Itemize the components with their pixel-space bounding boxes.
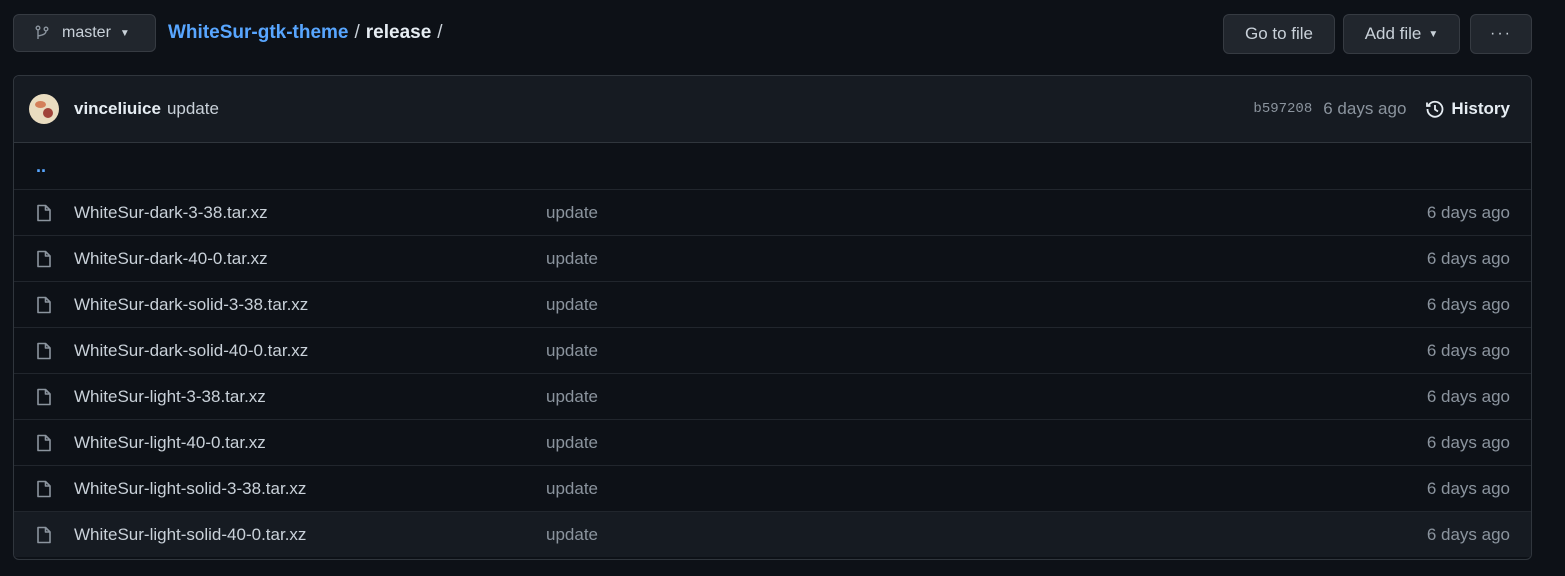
branch-select-button[interactable]: master ▼	[13, 14, 156, 52]
latest-commit: vinceliuice update b597208 6 days ago Hi…	[14, 76, 1531, 143]
file-age: 6 days ago	[1426, 294, 1510, 314]
chevron-down-icon: ▼	[119, 27, 130, 39]
file-commit-message[interactable]: update	[546, 479, 1427, 499]
breadcrumb-separator: /	[437, 22, 443, 43]
file-age: 6 days ago	[1426, 524, 1510, 544]
breadcrumb-repo-link[interactable]: WhiteSur-gtk-theme	[168, 22, 349, 44]
file-icon	[37, 388, 51, 405]
file-name-link[interactable]: WhiteSur-dark-3-38.tar.xz	[74, 203, 546, 223]
file-icon	[37, 434, 51, 451]
avatar[interactable]	[29, 94, 59, 124]
commit-author[interactable]: vinceliuice	[74, 99, 161, 119]
file-commit-message[interactable]: update	[546, 433, 1427, 453]
history-link[interactable]: History	[1425, 99, 1510, 119]
parent-directory-row[interactable]: ..	[14, 143, 1531, 189]
file-age: 6 days ago	[1426, 202, 1510, 222]
file-name-link[interactable]: WhiteSur-light-solid-40-0.tar.xz	[74, 525, 546, 545]
file-icon	[37, 526, 51, 543]
file-row[interactable]: WhiteSur-light-solid-3-38.tar.xz update …	[14, 465, 1531, 511]
go-to-file-button[interactable]: Go to file	[1223, 14, 1335, 54]
file-name-link[interactable]: WhiteSur-dark-solid-40-0.tar.xz	[74, 341, 546, 361]
file-row[interactable]: WhiteSur-light-3-38.tar.xz update 6 days…	[14, 373, 1531, 419]
parent-directory-link[interactable]: ..	[36, 156, 46, 177]
file-name-link[interactable]: WhiteSur-light-40-0.tar.xz	[74, 433, 546, 453]
file-name-link[interactable]: WhiteSur-dark-40-0.tar.xz	[74, 249, 546, 269]
commit-message[interactable]: update	[167, 99, 219, 119]
add-file-button[interactable]: Add file ▼	[1343, 14, 1460, 54]
file-commit-message[interactable]: update	[546, 203, 1427, 223]
file-commit-message[interactable]: update	[546, 249, 1427, 269]
more-options-button[interactable]: ···	[1470, 14, 1532, 54]
file-row[interactable]: WhiteSur-light-40-0.tar.xz update 6 days…	[14, 419, 1531, 465]
file-commit-message[interactable]: update	[546, 295, 1427, 315]
file-row[interactable]: WhiteSur-light-solid-40-0.tar.xz update …	[14, 511, 1531, 557]
file-icon	[37, 296, 51, 313]
file-age: 6 days ago	[1426, 432, 1510, 452]
file-row[interactable]: WhiteSur-dark-solid-3-38.tar.xz update 6…	[14, 281, 1531, 327]
file-age: 6 days ago	[1426, 478, 1510, 498]
commit-sha[interactable]: b597208	[1253, 101, 1312, 117]
file-age: 6 days ago	[1426, 248, 1510, 268]
breadcrumb-current-dir: release	[365, 22, 432, 43]
file-row[interactable]: WhiteSur-dark-solid-40-0.tar.xz update 6…	[14, 327, 1531, 373]
file-commit-message[interactable]: update	[546, 387, 1427, 407]
file-commit-message[interactable]: update	[546, 341, 1427, 361]
file-name-link[interactable]: WhiteSur-light-3-38.tar.xz	[74, 387, 546, 407]
file-name-link[interactable]: WhiteSur-light-solid-3-38.tar.xz	[74, 479, 546, 499]
branch-name: master	[62, 24, 111, 41]
file-commit-message[interactable]: update	[546, 525, 1427, 545]
chevron-down-icon: ▼	[1428, 28, 1439, 40]
breadcrumb: WhiteSur-gtk-theme / release /	[168, 14, 449, 52]
file-icon	[37, 250, 51, 267]
kebab-icon: ···	[1490, 25, 1512, 42]
file-row[interactable]: WhiteSur-dark-40-0.tar.xz update 6 days …	[14, 235, 1531, 281]
file-age: 6 days ago	[1426, 386, 1510, 406]
git-branch-icon	[35, 25, 49, 39]
file-list: vinceliuice update b597208 6 days ago Hi…	[13, 75, 1532, 560]
file-name-link[interactable]: WhiteSur-dark-solid-3-38.tar.xz	[74, 295, 546, 315]
add-file-label: Add file	[1364, 24, 1422, 43]
commit-age: 6 days ago	[1323, 99, 1407, 118]
file-row[interactable]: WhiteSur-dark-3-38.tar.xz update 6 days …	[14, 189, 1531, 235]
file-icon	[37, 342, 51, 359]
file-age: 6 days ago	[1426, 340, 1510, 360]
file-navigation: master ▼ WhiteSur-gtk-theme / release / …	[13, 14, 1532, 54]
history-icon	[1426, 100, 1444, 118]
file-icon	[37, 480, 51, 497]
history-label: History	[1451, 99, 1510, 118]
file-icon	[37, 204, 51, 221]
breadcrumb-separator: /	[354, 22, 360, 43]
